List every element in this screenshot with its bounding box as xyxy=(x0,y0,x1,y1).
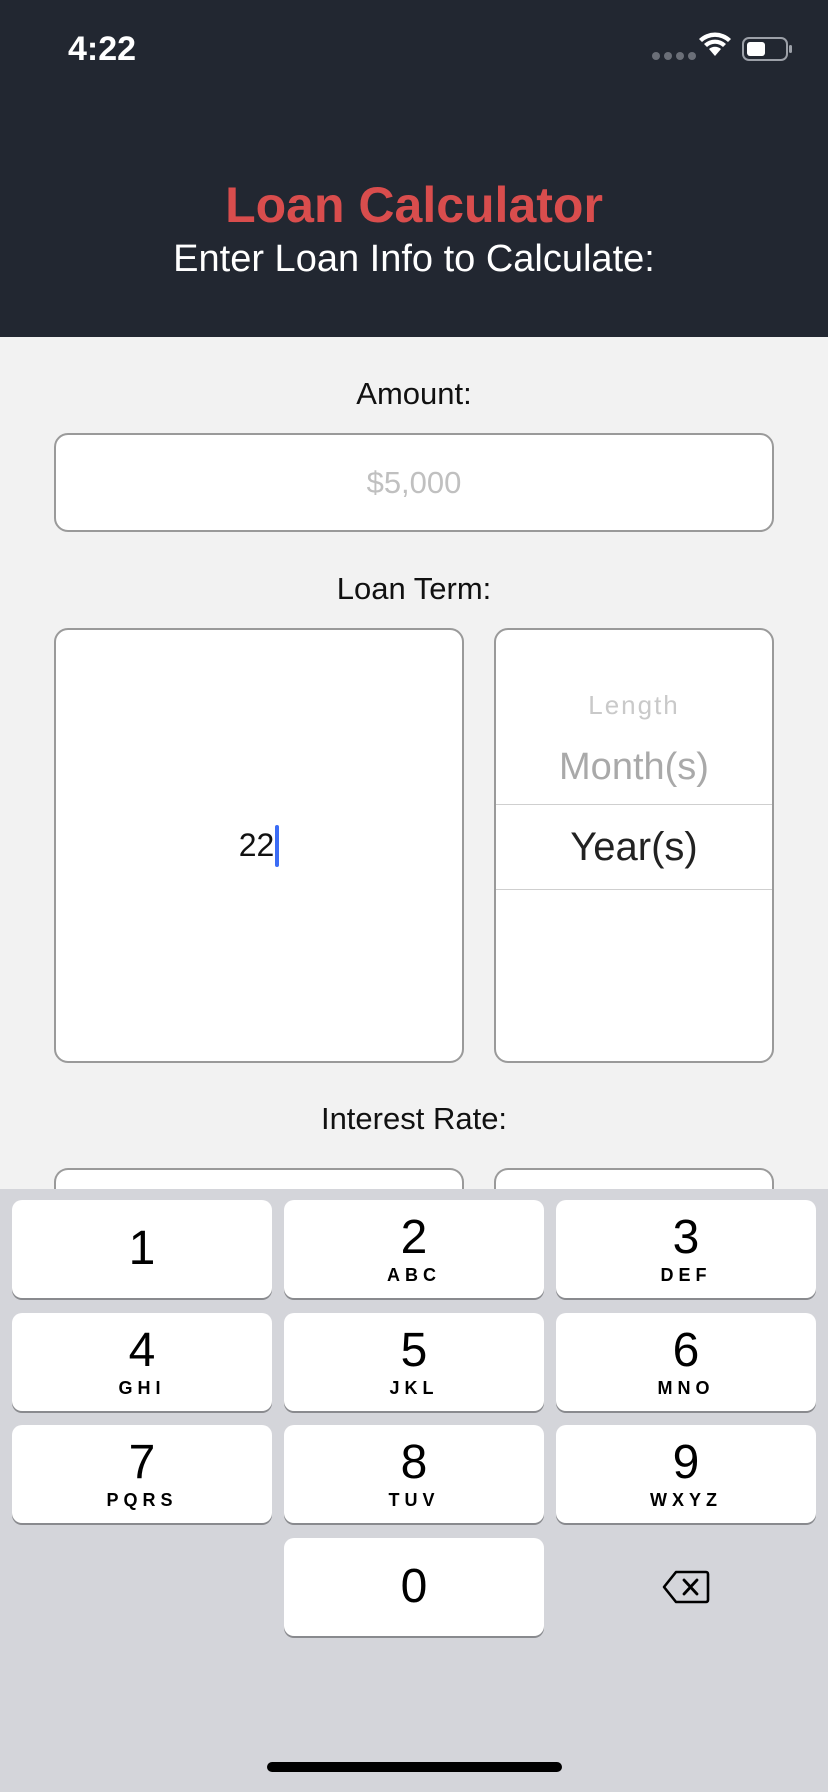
key-8[interactable]: 8 TUV xyxy=(284,1425,544,1523)
picker-header: Length xyxy=(588,690,680,720)
key-letters: ABC xyxy=(387,1264,441,1285)
page-title: Loan Calculator xyxy=(225,177,603,233)
key-0[interactable]: 0 xyxy=(284,1538,544,1636)
key-letters: TUV xyxy=(388,1489,440,1510)
amount-input[interactable]: $5,000 xyxy=(54,433,774,532)
loan-term-label: Loan Term: xyxy=(336,571,492,606)
key-number: 1 xyxy=(128,1222,156,1275)
key-1[interactable]: 1 xyxy=(12,1200,272,1298)
key-number: 3 xyxy=(672,1210,700,1264)
amount-label: Amount: xyxy=(356,376,472,411)
key-number: 8 xyxy=(400,1435,428,1489)
key-letters: DEF xyxy=(660,1264,712,1285)
app-header: 4:22 Loan Calculator Enter Loan Info to … xyxy=(0,0,828,337)
key-letters: PQRS xyxy=(106,1489,178,1510)
picker-option-years-selected[interactable]: Year(s) xyxy=(496,804,772,890)
key-number: 5 xyxy=(400,1323,428,1377)
home-indicator[interactable] xyxy=(267,1762,562,1772)
key-number: 7 xyxy=(128,1435,156,1489)
numeric-keyboard: 1 2 ABC 3 DEF 4 GHI 5 JKL 6 MNO 7 PQRS 8… xyxy=(0,1189,828,1792)
key-6[interactable]: 6 MNO xyxy=(556,1313,816,1411)
key-4[interactable]: 4 GHI xyxy=(12,1313,272,1411)
key-number: 0 xyxy=(400,1560,428,1613)
wifi-icon xyxy=(699,32,731,56)
key-number: 2 xyxy=(400,1210,428,1264)
key-number: 4 xyxy=(128,1323,156,1377)
interest-rate-label: Interest Rate: xyxy=(320,1101,508,1136)
page-subtitle: Enter Loan Info to Calculate: xyxy=(173,238,655,280)
loan-term-value: 22 xyxy=(238,827,275,863)
key-2[interactable]: 2 ABC xyxy=(284,1200,544,1298)
amount-placeholder: $5,000 xyxy=(366,464,462,500)
loan-term-input[interactable]: 22 xyxy=(54,628,464,1063)
key-3[interactable]: 3 DEF xyxy=(556,1200,816,1298)
text-caret xyxy=(275,824,280,867)
backspace-icon xyxy=(662,1570,710,1604)
key-7[interactable]: 7 PQRS xyxy=(12,1425,272,1523)
key-5[interactable]: 5 JKL xyxy=(284,1313,544,1411)
battery-icon xyxy=(742,37,792,61)
term-unit-picker[interactable]: Length Month(s) Year(s) xyxy=(494,628,774,1063)
key-letters: JKL xyxy=(389,1377,439,1398)
delete-key[interactable] xyxy=(556,1538,816,1636)
signal-icon xyxy=(652,52,696,60)
key-9[interactable]: 9 WXYZ xyxy=(556,1425,816,1523)
key-letters: WXYZ xyxy=(650,1489,722,1510)
key-number: 9 xyxy=(672,1435,700,1489)
key-letters: GHI xyxy=(118,1377,166,1398)
key-number: 6 xyxy=(672,1323,700,1377)
key-letters: MNO xyxy=(657,1377,715,1398)
picker-option-months[interactable]: Month(s) xyxy=(496,746,772,789)
status-time: 4:22 xyxy=(68,30,137,68)
